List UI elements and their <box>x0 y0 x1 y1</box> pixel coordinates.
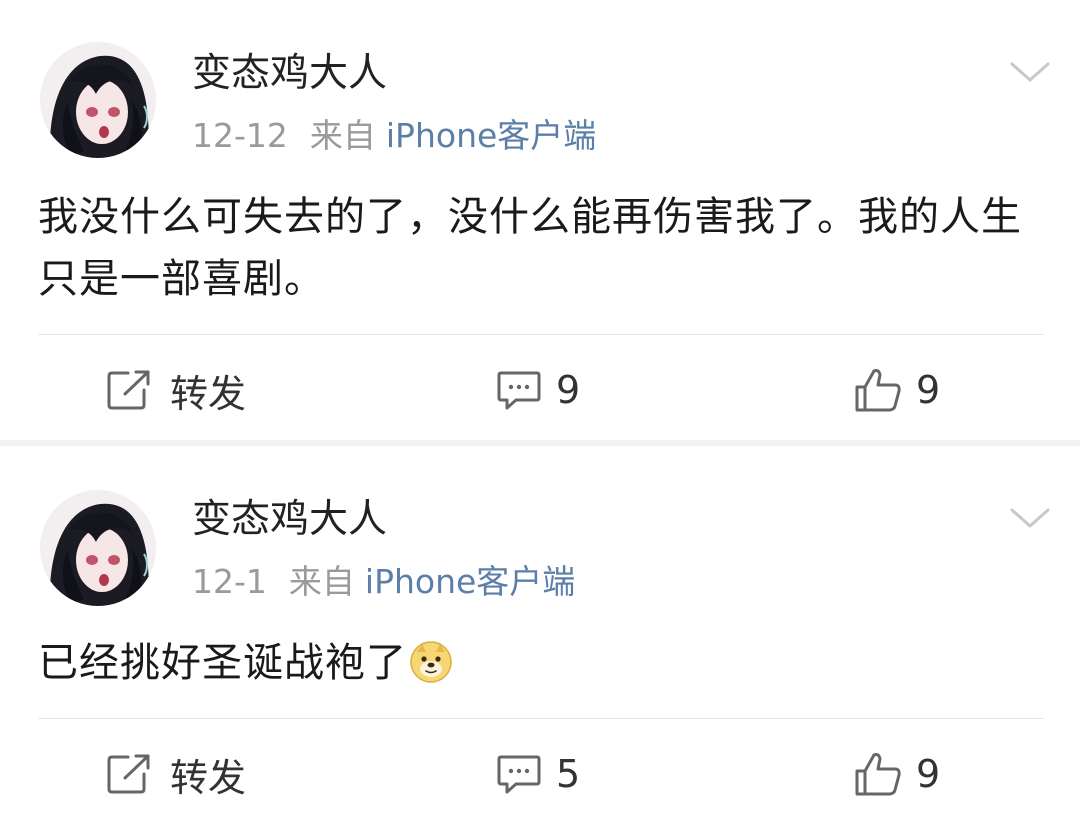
post-content: 已经挑好圣诞战袍了 <box>38 632 1048 694</box>
chevron-down-icon[interactable] <box>1008 58 1052 86</box>
username[interactable]: 变态鸡大人 <box>192 496 387 544</box>
post-date: 12-1 <box>192 562 267 601</box>
divider <box>38 334 1044 335</box>
post-card: 变态鸡大人 12-1 来自 iPhone客户端 已经挑好圣诞战袍了 转发 5 9 <box>0 446 1080 828</box>
avatar[interactable] <box>40 490 156 606</box>
comment-button[interactable]: 5 <box>496 746 580 802</box>
post-meta: 12-12 来自 iPhone客户端 <box>192 116 596 156</box>
source-client-link[interactable]: iPhone客户端 <box>365 562 575 601</box>
comment-icon <box>497 371 541 410</box>
repost-label: 转发 <box>170 755 247 800</box>
edit-repost-icon <box>107 370 150 410</box>
repost-button[interactable]: 转发 <box>106 746 246 802</box>
post-meta: 12-1 来自 iPhone客户端 <box>192 562 575 602</box>
chevron-down-icon[interactable] <box>1008 504 1052 532</box>
weibo-comment-feed: 变态鸡大人 12-12 来自 iPhone客户端 我没什么可失去的了，没什么能再伤害… <box>0 0 1080 828</box>
post-content-text: 已经挑好圣诞战袍了 <box>38 640 407 686</box>
repost-button[interactable]: 转发 <box>106 362 246 418</box>
like-count: 9 <box>916 752 941 796</box>
post-card: 变态鸡大人 12-12 来自 iPhone客户端 我没什么可失去的了，没什么能再伤害… <box>0 0 1080 440</box>
source-prefix: 来自 <box>309 116 376 155</box>
source-client-link[interactable]: iPhone客户端 <box>386 116 596 155</box>
edit-repost-icon <box>107 754 150 794</box>
like-button[interactable]: 9 <box>854 362 940 418</box>
post-content: 我没什么可失去的了，没什么能再伤害我了。我的人生只是一部喜剧。 <box>38 194 1022 302</box>
repost-label: 转发 <box>170 371 247 416</box>
avatar[interactable] <box>40 42 156 158</box>
thumbs-up-icon <box>855 369 901 412</box>
comment-count: 5 <box>556 752 581 796</box>
thumbs-up-icon <box>855 753 901 796</box>
avatar-image <box>40 42 156 158</box>
username[interactable]: 变态鸡大人 <box>192 50 387 98</box>
comment-icon <box>497 755 541 794</box>
post-date: 12-12 <box>192 116 288 155</box>
divider <box>38 718 1044 719</box>
source-prefix: 来自 <box>288 562 355 601</box>
comment-count: 9 <box>556 368 581 412</box>
avatar-image <box>40 490 156 606</box>
like-count: 9 <box>916 368 941 412</box>
comment-button[interactable]: 9 <box>496 362 580 418</box>
like-button[interactable]: 9 <box>854 746 940 802</box>
doge-emoji <box>410 641 452 683</box>
